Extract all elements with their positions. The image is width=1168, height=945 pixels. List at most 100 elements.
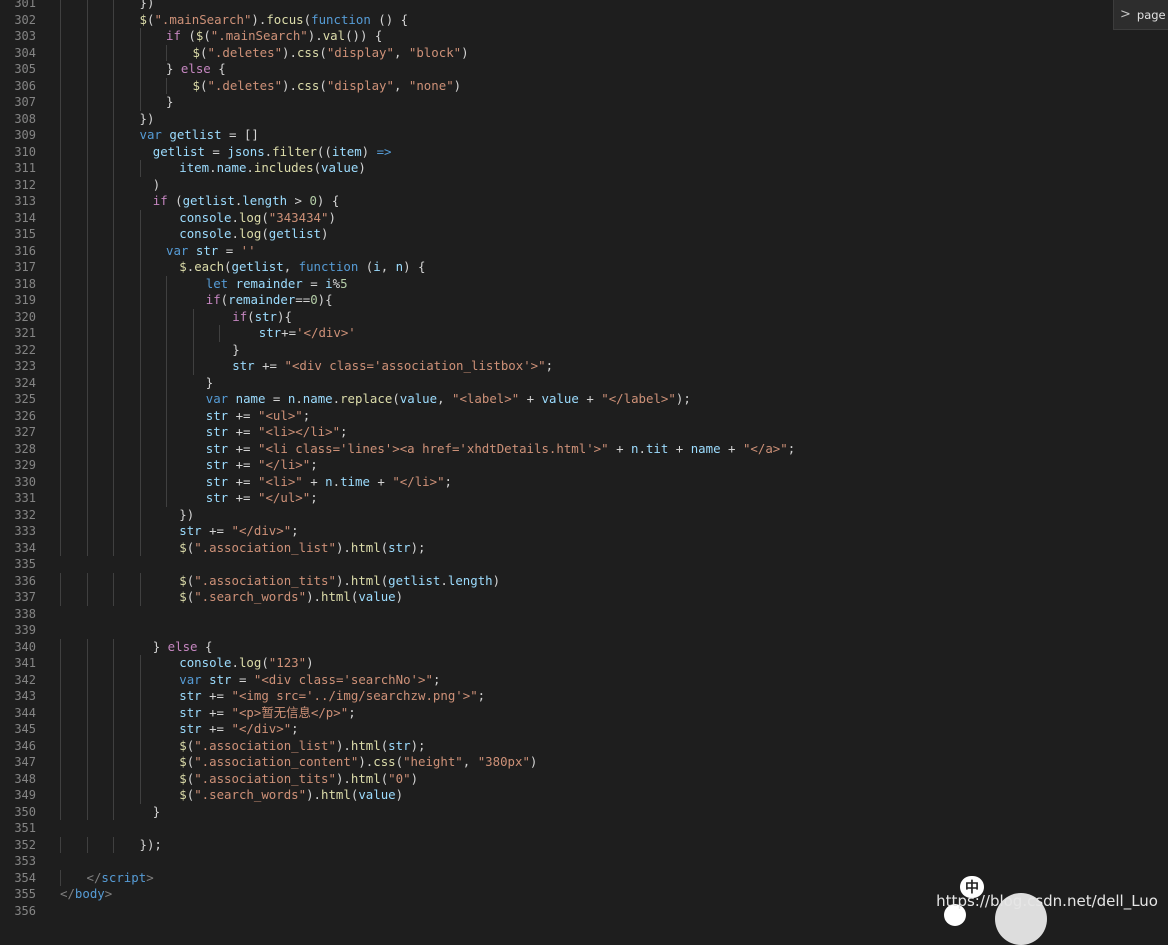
code-line[interactable]: 303 if ($(".mainSearch").val()) { — [0, 28, 1168, 45]
indent-guide — [86, 457, 88, 474]
code-line[interactable]: 319 if(remainder==0){ — [0, 292, 1168, 309]
code-text: str += "</li>"; — [206, 457, 318, 474]
code-token: ".association_tits" — [194, 572, 336, 588]
code-line[interactable]: 304 $(".deletes").css("display", "block") — [0, 44, 1168, 61]
code-line[interactable]: 334 $(".association_list").html(str); — [0, 539, 1168, 556]
code-token: ) { — [403, 259, 426, 274]
code-line[interactable]: 344 str += "<p>暂无信息</p>"; — [0, 704, 1168, 721]
code-line[interactable]: 335 — [0, 556, 1168, 573]
code-token: . — [231, 655, 239, 670]
code-token: ".association_tits" — [194, 770, 336, 786]
code-line[interactable]: 321 str+='</div>' — [0, 325, 1168, 342]
code-line[interactable]: 341 console.log("123") — [0, 655, 1168, 672]
code-line[interactable]: 315 console.log(getlist) — [0, 226, 1168, 243]
code-line[interactable]: 314 console.log("343434") — [0, 209, 1168, 226]
code-line[interactable]: 350} — [0, 803, 1168, 820]
code-line[interactable]: 310 getlist = jsons.filter((item) => — [0, 143, 1168, 160]
code-token: } — [166, 61, 181, 76]
code-line[interactable]: 332}) — [0, 506, 1168, 523]
code-line[interactable]: 316 var str = '' — [0, 242, 1168, 259]
indent-guide — [60, 61, 61, 78]
code-line[interactable]: 352}); — [0, 836, 1168, 853]
indent-guide — [86, 94, 88, 111]
code-line[interactable]: 330 str += "<li>" + n.time + "</li>"; — [0, 473, 1168, 490]
indent-guide — [86, 787, 88, 804]
page-toggle-button[interactable]: > page — [1113, 0, 1168, 30]
code-token: = — [204, 143, 228, 159]
code-line[interactable]: 326 str += "<ul>"; — [0, 407, 1168, 424]
code-line[interactable]: 317 $.each(getlist, function (i, n) { — [0, 259, 1168, 276]
code-text: $(".mainSearch").focus(function () { — [140, 12, 409, 29]
code-line[interactable]: 302 $(".mainSearch").focus(function () { — [0, 11, 1168, 29]
indent-guide — [113, 787, 114, 804]
code-line[interactable]: 325 var name = n.name.replace(value, "<la… — [0, 391, 1168, 408]
code-line[interactable]: 320 if(str){ — [0, 308, 1168, 325]
code-token: html — [321, 589, 351, 604]
code-line[interactable]: 308}) — [0, 110, 1168, 127]
code-line[interactable]: 323 str += "<div class='association_listb… — [0, 358, 1168, 375]
code-line[interactable]: 307} — [0, 94, 1168, 111]
code-token: $ — [179, 259, 187, 274]
code-line[interactable]: 331 str += "</ul>"; — [0, 490, 1168, 507]
code-line[interactable]: 311 item.name.includes(value) — [0, 160, 1168, 177]
code-token: value — [399, 391, 438, 406]
code-token: var — [166, 242, 189, 258]
indent-guide — [139, 704, 141, 721]
code-token: console — [179, 209, 232, 225]
code-text: $(".search_words").html(value) — [179, 787, 403, 804]
code-line[interactable]: 349 $(".search_words").html(value) — [0, 787, 1168, 804]
code-token: str — [205, 440, 229, 456]
code-line[interactable]: 351 — [0, 820, 1168, 837]
indent-guide — [113, 589, 114, 606]
code-line[interactable]: 346 $(".association_list").html(str); — [0, 737, 1168, 754]
code-line[interactable]: 347 $(".association_content").css("height… — [0, 754, 1168, 771]
code-text: $(".deletes").css("display", "none") — [193, 78, 462, 95]
code-line[interactable]: 329 str += "</li>"; — [0, 457, 1168, 474]
code-line[interactable]: 318 let remainder = i%5 — [0, 275, 1168, 292]
code-token: item — [331, 143, 362, 159]
code-line[interactable]: 337 $(".search_words").html(value) — [0, 589, 1168, 606]
code-line[interactable]: 348 $(".association_tits").html("0") — [0, 770, 1168, 787]
line-number: 355 — [14, 887, 36, 901]
indent-guide — [86, 770, 88, 787]
code-line[interactable]: 322} — [0, 341, 1168, 358]
code-line[interactable]: 313 if (getlist.length > 0) { — [0, 193, 1168, 210]
code-line[interactable]: 336 $(".association_tits").html(getlist.l… — [0, 572, 1168, 589]
code-line[interactable]: 312) — [0, 176, 1168, 193]
code-token: + — [578, 391, 602, 406]
code-token: </ — [86, 869, 102, 885]
code-token: getlist — [182, 193, 235, 208]
code-line[interactable]: 305} else { — [0, 61, 1168, 78]
code-line[interactable]: 353 — [0, 853, 1168, 870]
code-line[interactable]: 338 — [0, 606, 1168, 623]
indent-guide — [139, 44, 141, 61]
code-token: > — [104, 886, 113, 901]
code-line[interactable]: 327 str += "<li></li>"; — [0, 424, 1168, 441]
code-line[interactable]: 328 str += "<li class='lines'><a href='xh… — [0, 440, 1168, 457]
indent-guide — [113, 209, 114, 226]
code-line[interactable]: 340} else { — [0, 638, 1168, 655]
code-token: } — [232, 341, 240, 357]
indent-guide — [60, 226, 61, 243]
indent-guide — [60, 506, 61, 523]
code-token: ".search_words" — [194, 787, 307, 802]
code-line[interactable]: 345 str += "</div>"; — [0, 721, 1168, 738]
code-line[interactable]: 301}) — [0, 0, 1168, 12]
code-token: => — [376, 143, 392, 159]
indent-guide — [166, 358, 167, 375]
code-line[interactable]: 342 var str = "<div class='searchNo'>"; — [0, 671, 1168, 688]
code-token: else — [180, 61, 211, 76]
code-token: console — [179, 226, 232, 241]
indent-guide — [86, 358, 88, 375]
code-line[interactable]: 343 str += "<img src='../img/searchzw.png… — [0, 688, 1168, 705]
code-token: "</div>" — [231, 523, 292, 538]
code-line[interactable]: 354 </script> — [0, 869, 1168, 886]
indent-guide — [113, 721, 114, 738]
code-editor[interactable]: 301}) 302 $(".mainSearch").focus(function … — [0, 0, 1168, 919]
code-line[interactable]: 306 $(".deletes").css("display", "none") — [0, 77, 1168, 95]
indent-guide — [113, 490, 114, 507]
code-line[interactable]: 309 var getlist = [] — [0, 127, 1168, 144]
code-line[interactable]: 333 str += "</div>"; — [0, 523, 1168, 540]
code-line[interactable]: 339 — [0, 622, 1168, 639]
code-line[interactable]: 324} — [0, 374, 1168, 391]
